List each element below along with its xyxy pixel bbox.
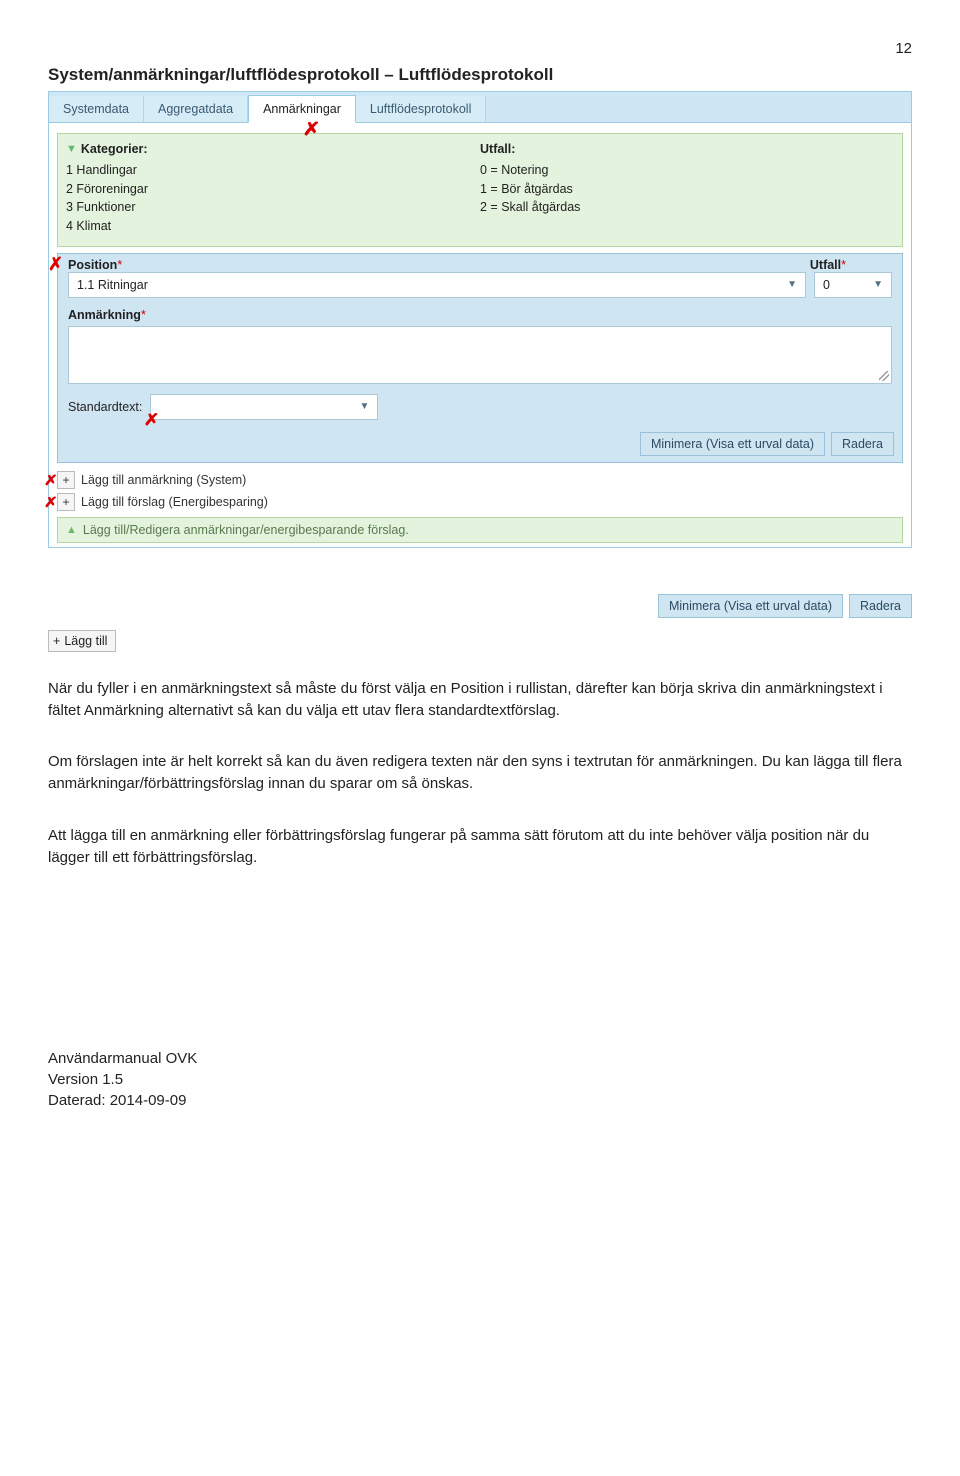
plus-icon: + — [53, 634, 60, 648]
tab-luftflodesprotokoll[interactable]: Luftflödesprotokoll — [356, 96, 486, 122]
page-footer: Användarmanual OVK Version 1.5 Daterad: … — [48, 1048, 912, 1111]
tab-aggregatdata[interactable]: Aggregatdata — [144, 96, 248, 122]
green-footer: ▲ Lägg till/Redigera anmärkningar/energi… — [57, 517, 903, 543]
page-title: System/anmärkningar/luftflödesprotokoll … — [48, 65, 912, 85]
plus-icon: + — [57, 471, 75, 489]
minimera-button[interactable]: Minimera (Visa ett urval data) — [640, 432, 825, 456]
required-icon: * — [841, 258, 846, 272]
add-anmarkning-system[interactable]: ✗ + Lägg till anmärkning (System) — [57, 469, 903, 491]
chevron-down-icon: ▼ — [873, 279, 883, 290]
anmarkning-textarea[interactable] — [68, 326, 892, 384]
footer-line: Användarmanual OVK — [48, 1048, 912, 1069]
categories-col: ▼Kategorier: 1 Handlingar 2 Föroreningar… — [66, 140, 480, 236]
paragraph: Att lägga till en anmärkning eller förbä… — [48, 825, 912, 869]
utfall-item: 0 = Notering — [480, 161, 894, 180]
categories-header: Kategorier: — [81, 140, 148, 159]
position-label: Position — [68, 258, 117, 272]
anmarkning-label: Anmärkning — [68, 308, 141, 322]
chevron-down-icon: ▼ — [787, 279, 797, 290]
minimera-button-outer[interactable]: Minimera (Visa ett urval data) — [658, 594, 843, 618]
utfall-header: Utfall: — [480, 140, 515, 159]
paragraph: Om förslagen inte är helt korrekt så kan… — [48, 751, 912, 795]
standardtext-label: Standardtext: — [68, 400, 142, 414]
annotation-x-icon: ✗ — [144, 413, 160, 429]
utfall-select[interactable]: 0 ▼ — [814, 272, 892, 298]
lagg-till-button[interactable]: + Lägg till — [48, 630, 116, 652]
position-select[interactable]: 1.1 Ritningar ▼ — [68, 272, 806, 298]
category-item: 1 Handlingar — [66, 161, 480, 180]
expand-icon[interactable]: ▲ — [66, 524, 77, 536]
app-body: ▼Kategorier: 1 Handlingar 2 Föroreningar… — [49, 123, 911, 547]
footer-line: Version 1.5 — [48, 1069, 912, 1090]
lagg-till-label: Lägg till — [64, 634, 107, 648]
tab-label: Anmärkningar — [263, 102, 341, 116]
position-value: 1.1 Ritningar — [77, 278, 148, 292]
tab-bar: Systemdata Aggregatdata Anmärkningar ✗ L… — [49, 92, 911, 123]
add-line-label: Lägg till anmärkning (System) — [81, 473, 246, 487]
form-panel: ✗ Position* Utfall* 1.1 Ritningar ▼ 0 ▼ … — [57, 253, 903, 463]
tab-anmarkningar[interactable]: Anmärkningar ✗ — [248, 95, 356, 123]
category-item: 2 Föroreningar — [66, 180, 480, 199]
plus-icon: + — [57, 493, 75, 511]
annotation-x-icon: ✗ — [48, 255, 63, 273]
utfall-item: 1 = Bör åtgärdas — [480, 180, 894, 199]
tab-systemdata[interactable]: Systemdata — [49, 96, 144, 122]
radera-button-outer[interactable]: Radera — [849, 594, 912, 618]
annotation-x-icon: ✗ — [44, 473, 58, 487]
utfall-item: 2 = Skall åtgärdas — [480, 198, 894, 217]
green-footer-text: Lägg till/Redigera anmärkningar/energibe… — [83, 523, 409, 537]
required-icon: * — [141, 308, 146, 322]
outer-button-row: Minimera (Visa ett urval data) Radera — [48, 588, 912, 624]
utfall-value: 0 — [823, 278, 830, 292]
chevron-down-icon: ▼ — [359, 401, 369, 412]
required-icon: * — [117, 258, 122, 272]
add-forslag-energi[interactable]: ✗ + Lägg till förslag (Energibesparing) — [57, 491, 903, 513]
page-number: 12 — [48, 40, 912, 57]
category-item: 4 Klimat — [66, 217, 480, 236]
category-item: 3 Funktioner — [66, 198, 480, 217]
categories-panel: ▼Kategorier: 1 Handlingar 2 Föroreningar… — [57, 133, 903, 247]
utfall-label: Utfall — [810, 258, 841, 272]
body-text: När du fyller i en anmärkningstext så må… — [48, 678, 912, 869]
add-line-label: Lägg till förslag (Energibesparing) — [81, 495, 268, 509]
resize-grip-icon[interactable] — [879, 371, 889, 381]
app-panel: Systemdata Aggregatdata Anmärkningar ✗ L… — [48, 91, 912, 548]
utfall-col: Utfall: 0 = Notering 1 = Bör åtgärdas 2 … — [480, 140, 894, 236]
annotation-x-icon: ✗ — [303, 120, 321, 138]
footer-line: Daterad: 2014-09-09 — [48, 1090, 912, 1111]
paragraph: När du fyller i en anmärkningstext så må… — [48, 678, 912, 722]
standardtext-select[interactable]: ▼ ✗ — [150, 394, 378, 420]
collapse-icon[interactable]: ▼ — [66, 141, 77, 158]
annotation-x-icon: ✗ — [44, 495, 58, 509]
radera-button[interactable]: Radera — [831, 432, 894, 456]
